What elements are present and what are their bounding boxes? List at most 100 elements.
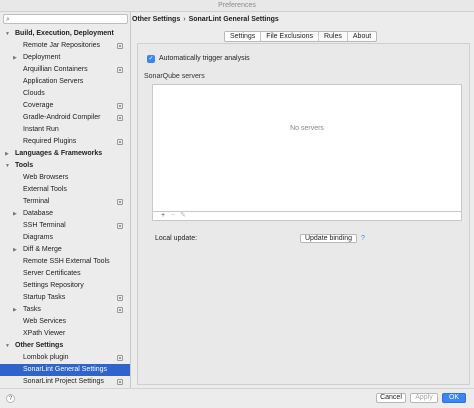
sidebar-item-terminal[interactable]: Terminal bbox=[0, 196, 130, 208]
expanded-arrow-icon[interactable]: ▼ bbox=[5, 340, 10, 352]
local-update-label: Local update: bbox=[155, 235, 198, 242]
sidebar-item-label: Terminal bbox=[23, 198, 50, 205]
add-server-button[interactable]: + bbox=[158, 212, 168, 220]
sidebar-item-lombok-plugin[interactable]: Lombok plugin bbox=[0, 352, 130, 364]
cancel-button[interactable]: Cancel bbox=[376, 393, 406, 403]
sidebar-item-settings-repository[interactable]: Settings Repository bbox=[0, 280, 130, 292]
sidebar-item-sonarlint-general-settings[interactable]: SonarLint General Settings bbox=[0, 364, 130, 376]
sidebar-item-sonarlint-project-settings[interactable]: SonarLint Project Settings bbox=[0, 376, 130, 388]
sidebar-item-other-settings[interactable]: ▼ Other Settings bbox=[0, 340, 130, 352]
sidebar-item-label: Tasks bbox=[23, 306, 41, 313]
sidebar-item-remote-jar-repositories[interactable]: Remote Jar Repositories bbox=[0, 40, 130, 52]
window-title: Preferences bbox=[218, 2, 256, 9]
project-scope-icon bbox=[117, 355, 123, 361]
sidebar-item-arquillian-containers[interactable]: Arquillian Containers bbox=[0, 64, 130, 76]
project-scope-icon bbox=[117, 295, 123, 301]
sidebar-item-coverage[interactable]: Coverage bbox=[0, 100, 130, 112]
search-box[interactable]: ⌕ bbox=[3, 14, 128, 24]
sidebar-item-web-services[interactable]: Web Services bbox=[0, 316, 130, 328]
sidebar-item-diagrams[interactable]: Diagrams bbox=[0, 232, 130, 244]
sidebar-item-label: External Tools bbox=[23, 186, 67, 193]
search-icon: ⌕ bbox=[6, 16, 10, 23]
servers-toolbar: + − ✎ bbox=[152, 212, 462, 221]
help-icon[interactable]: ? bbox=[6, 394, 15, 403]
collapsed-arrow-icon[interactable]: ▶ bbox=[13, 244, 17, 256]
settings-tree: ▼ Build, Execution, Deployment Remote Jar … bbox=[0, 28, 130, 388]
sidebar-item-label: SonarLint General Settings bbox=[23, 366, 108, 373]
tab-rules[interactable]: Rules bbox=[319, 32, 348, 41]
breadcrumb-separator: › bbox=[183, 16, 186, 23]
sidebar-item-label: Settings Repository bbox=[23, 282, 84, 289]
tab-about[interactable]: About bbox=[348, 32, 376, 41]
apply-button[interactable]: Apply bbox=[410, 393, 438, 403]
dialog-footer: ? Cancel Apply OK bbox=[0, 388, 474, 408]
sidebar-item-gradle-android-compiler[interactable]: Gradle-Android Compiler bbox=[0, 112, 130, 124]
tab-settings[interactable]: Settings bbox=[225, 32, 262, 41]
sidebar-item-xpath-viewer[interactable]: XPath Viewer bbox=[0, 328, 130, 340]
auto-trigger-label: Automatically trigger analysis bbox=[159, 55, 250, 62]
servers-section-label: SonarQube servers bbox=[144, 73, 205, 80]
project-scope-icon bbox=[117, 67, 123, 73]
sidebar-item-instant-run[interactable]: Instant Run bbox=[0, 124, 130, 136]
sidebar-item-remote-ssh-external-tools[interactable]: Remote SSH External Tools bbox=[0, 256, 130, 268]
sidebar-item-build-execution-deployment[interactable]: ▼ Build, Execution, Deployment bbox=[0, 28, 130, 40]
sidebar-item-external-tools[interactable]: External Tools bbox=[0, 184, 130, 196]
collapsed-arrow-icon[interactable]: ▶ bbox=[5, 148, 9, 160]
sidebar-item-label: Database bbox=[23, 210, 53, 217]
sidebar-item-label: Required Plugins bbox=[23, 138, 77, 145]
sidebar-item-label: Instant Run bbox=[23, 126, 59, 133]
sidebar-item-label: Remote Jar Repositories bbox=[23, 42, 101, 49]
collapsed-arrow-icon[interactable]: ▶ bbox=[13, 208, 17, 220]
sidebar-item-clouds[interactable]: Clouds bbox=[0, 88, 130, 100]
servers-list[interactable]: No servers bbox=[152, 84, 462, 212]
settings-panel: ✓ Automatically trigger analysis SonarQu… bbox=[137, 43, 470, 385]
collapsed-arrow-icon[interactable]: ▶ bbox=[13, 52, 17, 64]
project-scope-icon bbox=[117, 115, 123, 121]
sidebar-item-label: Remote SSH External Tools bbox=[23, 258, 110, 265]
sidebar-item-label: XPath Viewer bbox=[23, 330, 66, 337]
breadcrumb-current: SonarLint General Settings bbox=[188, 16, 279, 23]
sidebar-item-server-certificates[interactable]: Server Certificates bbox=[0, 268, 130, 280]
search-input[interactable] bbox=[16, 15, 124, 23]
sidebar-item-languages-frameworks[interactable]: ▶ Languages & Frameworks bbox=[0, 148, 130, 160]
servers-empty-text: No servers bbox=[290, 125, 324, 132]
sidebar-item-label: Deployment bbox=[23, 54, 61, 61]
sidebar-item-application-servers[interactable]: Application Servers bbox=[0, 76, 130, 88]
window-titlebar: Preferences bbox=[0, 0, 474, 12]
sidebar-item-label: SonarLint Project Settings bbox=[23, 378, 104, 385]
project-scope-icon bbox=[117, 43, 123, 49]
sidebar-item-label: SSH Terminal bbox=[23, 222, 66, 229]
ok-button[interactable]: OK bbox=[442, 393, 466, 403]
sidebar-item-web-browsers[interactable]: Web Browsers bbox=[0, 172, 130, 184]
sidebar-item-label: Diff & Merge bbox=[23, 246, 62, 253]
sidebar-item-label: Web Services bbox=[23, 318, 67, 325]
tab-file-exclusions[interactable]: File Exclusions bbox=[261, 32, 319, 41]
sidebar-item-diff-merge[interactable]: ▶ Diff & Merge bbox=[0, 244, 130, 256]
sidebar-item-label: Other Settings bbox=[15, 342, 64, 349]
sidebar-item-deployment[interactable]: ▶ Deployment bbox=[0, 52, 130, 64]
sidebar-item-ssh-terminal[interactable]: SSH Terminal bbox=[0, 220, 130, 232]
sidebar-item-label: Application Servers bbox=[23, 78, 84, 85]
sidebar-item-required-plugins[interactable]: Required Plugins bbox=[0, 136, 130, 148]
project-scope-icon bbox=[117, 139, 123, 145]
settings-content: Other Settings › SonarLint General Setting… bbox=[132, 12, 474, 388]
sidebar-item-label: Clouds bbox=[23, 90, 45, 97]
update-binding-help-icon[interactable]: ? bbox=[361, 234, 365, 244]
settings-sidebar: ⌕ ▼ Build, Execution, Deployment Remote Ja… bbox=[0, 12, 131, 388]
expanded-arrow-icon[interactable]: ▼ bbox=[5, 160, 10, 172]
auto-trigger-checkbox[interactable]: ✓ bbox=[147, 55, 155, 63]
remove-server-button[interactable]: − bbox=[168, 212, 178, 220]
sidebar-item-tools[interactable]: ▼ Tools bbox=[0, 160, 130, 172]
expanded-arrow-icon[interactable]: ▼ bbox=[5, 28, 10, 40]
sidebar-item-label: Tools bbox=[15, 162, 34, 169]
update-binding-button[interactable]: Update binding bbox=[300, 234, 357, 243]
sidebar-item-label: Lombok plugin bbox=[23, 354, 69, 361]
sidebar-item-database[interactable]: ▶ Database bbox=[0, 208, 130, 220]
project-scope-icon bbox=[117, 223, 123, 229]
sidebar-item-label: Build, Execution, Deployment bbox=[15, 30, 114, 37]
sidebar-item-startup-tasks[interactable]: Startup Tasks bbox=[0, 292, 130, 304]
sidebar-item-tasks[interactable]: ▶ Tasks bbox=[0, 304, 130, 316]
breadcrumb-parent[interactable]: Other Settings bbox=[132, 16, 180, 23]
collapsed-arrow-icon[interactable]: ▶ bbox=[13, 304, 17, 316]
edit-server-button[interactable]: ✎ bbox=[178, 212, 188, 220]
